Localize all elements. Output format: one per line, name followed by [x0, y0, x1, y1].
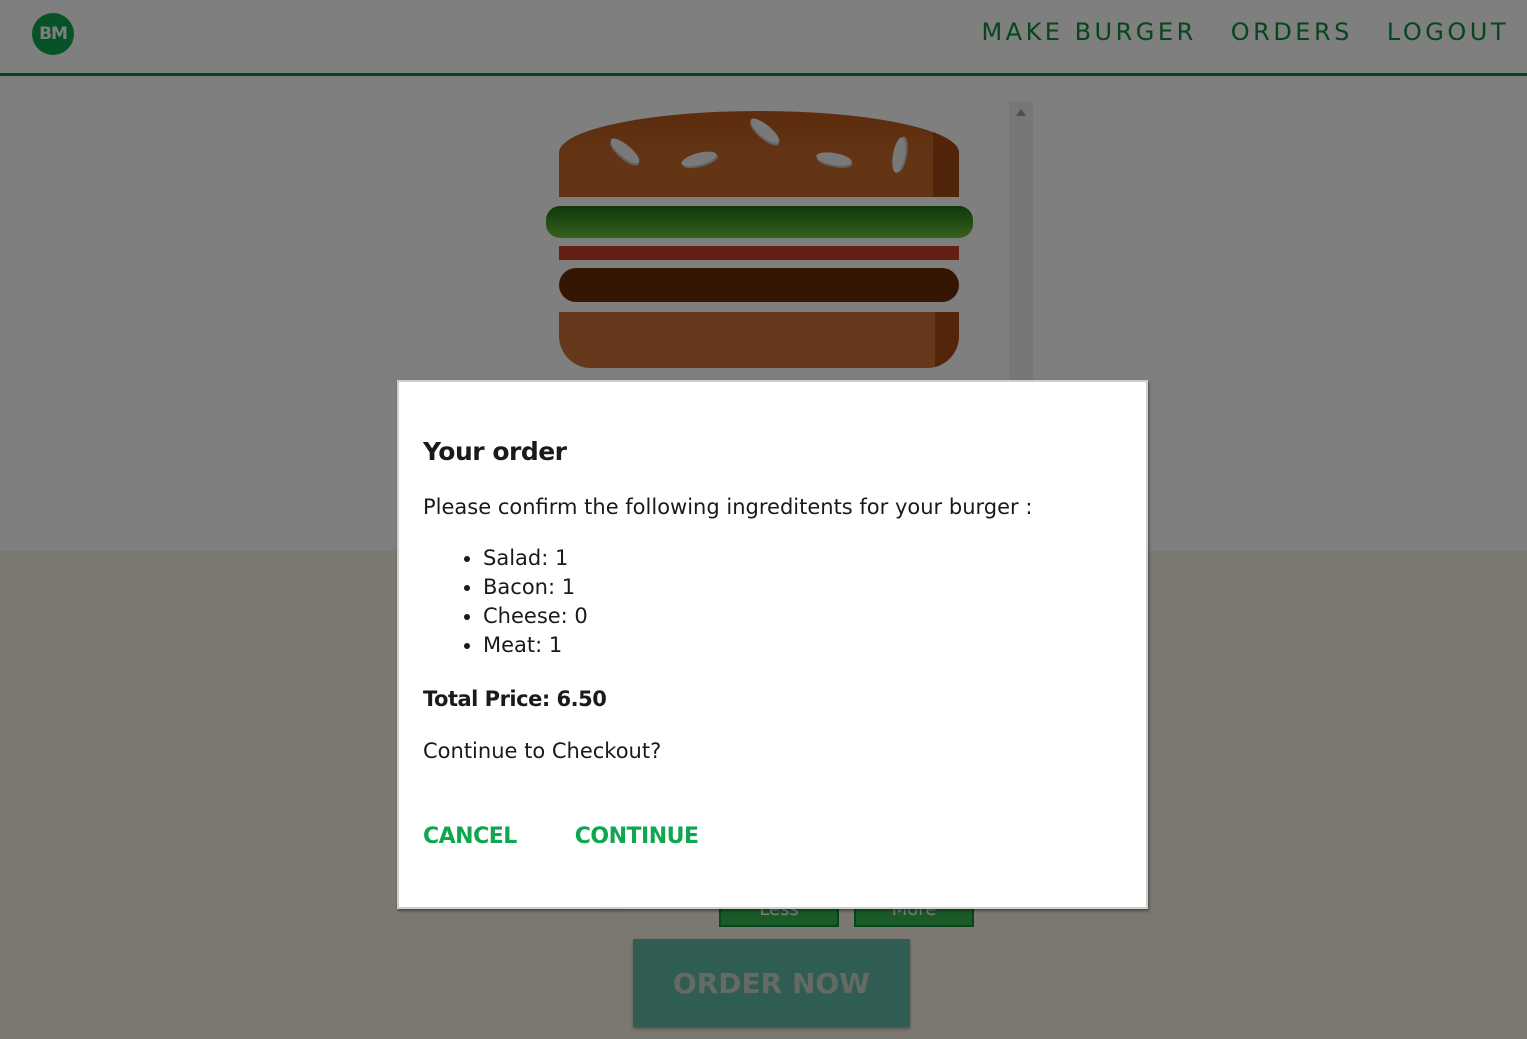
list-item: Salad: 1: [483, 544, 1122, 573]
modal-title: Your order: [423, 437, 567, 466]
checkout-question: Continue to Checkout?: [423, 739, 662, 763]
list-item: Meat: 1: [483, 631, 1122, 660]
list-item: Bacon: 1: [483, 573, 1122, 602]
ingredient-list: Salad: 1 Bacon: 1 Cheese: 0 Meat: 1: [423, 544, 1122, 660]
list-item: Cheese: 0: [483, 602, 1122, 631]
continue-button[interactable]: CONTINUE: [575, 822, 699, 852]
modal-intro: Please confirm the following ingreditent…: [423, 495, 1033, 519]
total-price: Total Price: 6.50: [423, 687, 607, 711]
cancel-button[interactable]: CANCEL: [423, 822, 517, 852]
order-summary-modal: Your order Please confirm the following …: [397, 380, 1148, 909]
modal-actions: CANCEL CONTINUE: [423, 822, 699, 852]
